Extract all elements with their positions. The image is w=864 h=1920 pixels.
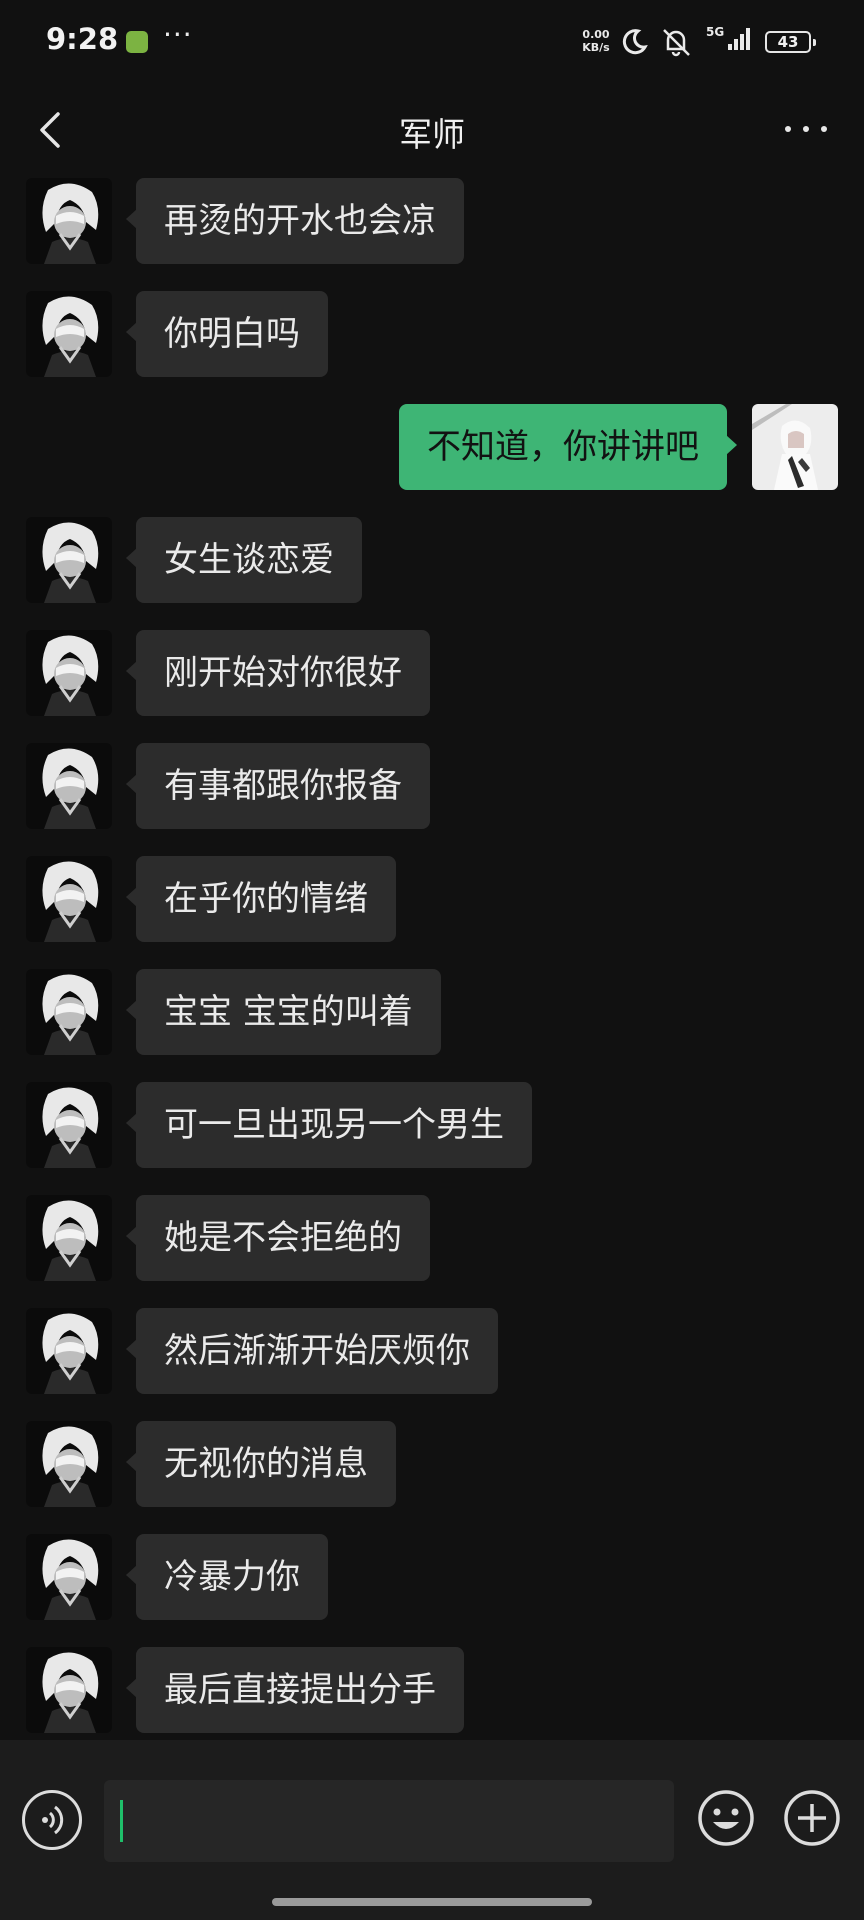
more-dot-icon [803,126,809,132]
voice-icon [42,1805,64,1835]
contact-avatar[interactable] [26,630,112,716]
message-row: 你明白吗 [0,289,864,379]
contact-avatar[interactable] [26,178,112,264]
chat-header: 军师 [0,86,864,176]
message-row: 她是不会拒绝的 [0,1193,864,1283]
home-indicator[interactable] [272,1898,592,1906]
message-row: 不知道，你讲讲吧 [0,402,864,492]
contact-avatar[interactable] [26,1534,112,1620]
emoji-icon [698,1790,754,1846]
message-bubble[interactable]: 女生谈恋爱 [126,517,362,603]
message-bubble[interactable]: 最后直接提出分手 [126,1647,464,1733]
message-bubble[interactable]: 有事都跟你报备 [126,743,430,829]
message-bubble[interactable]: 然后渐渐开始厌烦你 [126,1308,498,1394]
plus-icon [784,1790,840,1846]
message-list[interactable]: 再烫的开水也会凉 你明白吗 不知道，你讲讲吧 女生谈恋爱 刚开始对你很好 有事都… [0,176,864,1736]
message-bubble[interactable]: 宝宝 宝宝的叫着 [126,969,441,1055]
contact-avatar[interactable] [26,743,112,829]
app-notification-icon [126,31,148,53]
contact-avatar[interactable] [26,517,112,603]
message-bubble[interactable]: 她是不会拒绝的 [126,1195,430,1281]
more-functions-button[interactable] [782,1788,842,1848]
message-bubble-outgoing[interactable]: 不知道，你讲讲吧 [399,404,737,490]
message-bubble[interactable]: 无视你的消息 [126,1421,396,1507]
contact-avatar[interactable] [26,1082,112,1168]
chat-title: 军师 [399,115,465,154]
voice-input-button[interactable] [22,1790,82,1850]
message-bubble[interactable]: 你明白吗 [126,291,328,377]
signal-strength-icon: 5G [706,25,750,50]
battery-icon: 43 [765,31,816,53]
message-row: 再烫的开水也会凉 [0,176,864,266]
message-input[interactable] [104,1780,674,1862]
more-dot-icon [785,126,791,132]
message-row: 最后直接提出分手 [0,1645,864,1735]
network-speed-unit: KB/s [582,41,610,54]
contact-avatar[interactable] [26,291,112,377]
message-row: 然后渐渐开始厌烦你 [0,1306,864,1396]
status-bar: 9:28 ··· 0.00 KB/s 5G 43 [0,0,864,86]
chat-input-bar [0,1740,864,1920]
message-bubble[interactable]: 可一旦出现另一个男生 [126,1082,532,1168]
battery-level: 43 [777,33,799,51]
more-dot-icon [821,126,827,132]
message-bubble[interactable]: 刚开始对你很好 [126,630,430,716]
message-row: 冷暴力你 [0,1532,864,1622]
message-row: 刚开始对你很好 [0,628,864,718]
mute-bell-icon [663,29,690,57]
message-bubble[interactable]: 在乎你的情绪 [126,856,396,942]
message-row: 女生谈恋爱 [0,515,864,605]
emoji-button[interactable] [696,1788,756,1848]
message-bubble[interactable]: 冷暴力你 [126,1534,328,1620]
contact-avatar[interactable] [26,1421,112,1507]
contact-avatar[interactable] [26,1647,112,1733]
message-row: 无视你的消息 [0,1419,864,1509]
more-options-button[interactable] [775,104,837,154]
message-row: 有事都跟你报备 [0,741,864,831]
network-speed: 0.00 KB/s [578,28,614,54]
message-row: 在乎你的情绪 [0,854,864,944]
network-speed-value: 0.00 [582,28,610,41]
message-bubble[interactable]: 再烫的开水也会凉 [126,178,464,264]
contact-avatar[interactable] [26,1308,112,1394]
network-type: 5G [706,25,724,39]
status-time: 9:28 [46,22,119,56]
my-avatar[interactable] [752,404,838,490]
message-row: 可一旦出现另一个男生 [0,1080,864,1170]
contact-avatar[interactable] [26,856,112,942]
contact-avatar[interactable] [26,969,112,1055]
do-not-disturb-moon-icon [622,29,648,55]
contact-avatar[interactable] [26,1195,112,1281]
message-row: 宝宝 宝宝的叫着 [0,967,864,1057]
more-notifications-icon: ··· [163,18,193,51]
text-cursor [120,1800,123,1842]
